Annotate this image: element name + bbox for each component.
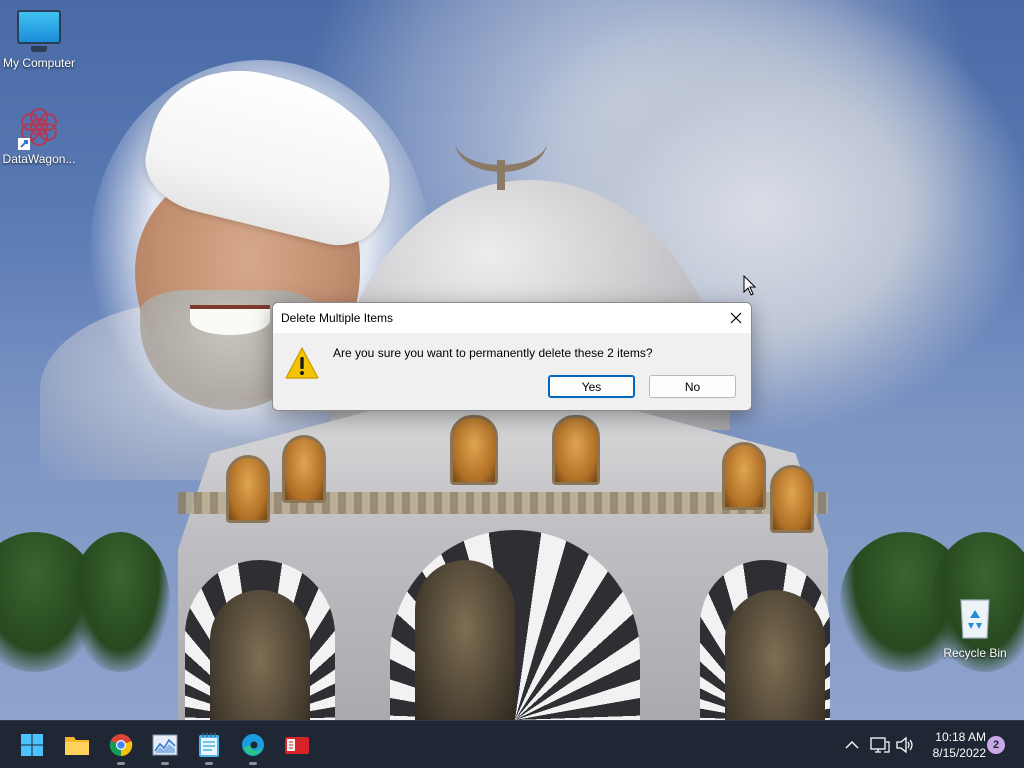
volume-button[interactable] — [894, 733, 916, 757]
wallpaper-window — [770, 465, 814, 533]
computer-icon — [17, 10, 61, 52]
desktop-icon-my-computer[interactable]: My Computer — [0, 10, 78, 70]
dialog-titlebar[interactable]: Delete Multiple Items — [273, 303, 751, 333]
edge-icon — [242, 734, 264, 756]
taskbar-task-manager[interactable] — [149, 729, 181, 765]
taskbar-file-explorer[interactable] — [61, 729, 93, 761]
wallpaper-arch — [700, 560, 830, 720]
desktop-icon-label: My Computer — [2, 56, 76, 70]
yes-button[interactable]: Yes — [548, 375, 635, 398]
network-icon — [870, 737, 890, 753]
running-indicator — [205, 762, 213, 765]
network-button[interactable] — [869, 733, 891, 757]
wallpaper-window — [226, 455, 270, 523]
file-explorer-icon — [65, 737, 89, 755]
taskbar: 10:18 AM 8/15/2022 2 — [0, 720, 1024, 768]
dialog-title: Delete Multiple Items — [281, 311, 394, 325]
desktop-icon-label: DataWagon... — [2, 152, 76, 166]
close-button[interactable] — [721, 303, 751, 333]
wallpaper-arch — [185, 560, 335, 720]
red-app-icon — [285, 737, 309, 754]
running-indicator — [117, 762, 125, 765]
desktop-icon-label: Recycle Bin — [943, 646, 1007, 660]
start-button[interactable] — [16, 729, 48, 761]
speaker-icon — [896, 736, 913, 754]
desktop-icon-recycle-bin[interactable]: Recycle Bin — [936, 596, 1014, 660]
wallpaper-window — [282, 435, 326, 503]
show-hidden-icons-button[interactable] — [841, 733, 863, 757]
task-manager-icon — [152, 734, 178, 756]
datawagon-icon — [16, 104, 62, 150]
chrome-icon — [109, 734, 133, 757]
wallpaper-window — [450, 415, 498, 485]
notification-badge[interactable]: 2 — [987, 736, 1005, 754]
notepad-icon — [199, 733, 219, 757]
start-icon — [21, 734, 43, 756]
mouse-cursor-icon — [743, 274, 757, 297]
recycle-bin-icon — [957, 596, 993, 640]
wallpaper-window — [722, 442, 766, 510]
clock-time: 10:18 AM — [935, 730, 986, 744]
delete-confirm-dialog: Delete Multiple Items Are you sure you w… — [272, 302, 752, 411]
running-indicator — [249, 762, 257, 765]
taskbar-notepad[interactable] — [193, 729, 225, 765]
running-indicator — [161, 762, 169, 765]
chevron-up-icon — [845, 741, 859, 749]
wallpaper-window — [552, 415, 600, 485]
warning-icon — [285, 347, 319, 379]
taskbar-edge[interactable] — [237, 729, 269, 765]
clock-date: 8/15/2022 — [932, 746, 986, 760]
taskbar-red-app[interactable] — [281, 729, 313, 761]
desktop-icon-datawagon[interactable]: DataWagon... — [0, 104, 78, 166]
dialog-body: Are you sure you want to permanently del… — [273, 333, 751, 410]
wallpaper-crescent — [455, 112, 547, 172]
wallpaper-smile — [190, 305, 270, 335]
dialog-message: Are you sure you want to permanently del… — [333, 346, 653, 360]
wallpaper-palm — [70, 532, 170, 672]
clock-button[interactable]: 10:18 AM 8/15/2022 — [920, 729, 986, 761]
taskbar-chrome[interactable] — [105, 729, 137, 765]
no-button[interactable]: No — [649, 375, 736, 398]
close-icon — [730, 312, 742, 324]
